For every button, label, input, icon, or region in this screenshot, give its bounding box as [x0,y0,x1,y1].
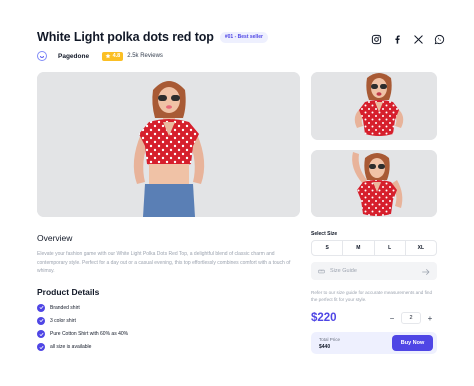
rating-value: 4.8 [112,53,121,59]
feature-text: Branded shirt [50,304,80,311]
meta-row: Pagedone 4.8 2.5k Reviews [37,51,163,61]
size-option-xl[interactable]: XL [404,241,436,255]
side-product-image-2[interactable] [311,150,437,217]
decrease-quantity-button[interactable]: − [387,312,397,324]
feature-item: Pure Cotton Shirt with 60% as 40% [37,330,128,339]
feature-item: all size is available [37,343,128,352]
quantity-value[interactable]: 2 [401,312,421,324]
best-seller-badge: #01 - Best seller [219,31,268,43]
feature-item: 3 color shirt [37,316,128,325]
brand-logo-icon [37,51,47,61]
total-price-label: Total Price [319,337,341,342]
size-option-s[interactable]: S [312,241,342,255]
size-guide-note: Refer to our size guide for accurate mea… [311,290,433,302]
size-guide-label: Size Guide [330,268,357,274]
product-details-heading: Product Details [37,287,100,297]
facebook-icon[interactable] [391,33,403,45]
social-share [370,33,445,45]
overview-description: Elevate your fashion game with our White… [37,251,291,274]
main-product-image[interactable] [37,72,300,217]
title-row: White Light polka dots red top #01 - Bes… [37,30,268,44]
size-option-l[interactable]: L [373,241,405,255]
whatsapp-icon[interactable] [433,33,445,45]
rating-badge: 4.8 [102,51,124,61]
check-icon [37,303,45,312]
product-price: $220 [311,312,337,324]
overview-heading: Overview [37,233,73,243]
feature-list: Branded shirt 3 color shirt Pure Cotton … [37,303,128,356]
ruler-icon [318,262,325,280]
buy-bar: Total Price $440 Buy Now [311,332,437,354]
feature-item: Branded shirt [37,303,128,312]
product-title: White Light polka dots red top [37,30,214,44]
arrow-right-icon [422,262,430,280]
star-icon [105,53,111,59]
check-icon [37,330,45,339]
size-option-m[interactable]: M [342,241,373,255]
side-product-image-1[interactable] [311,72,437,140]
feature-text: 3 color shirt [50,317,76,324]
check-icon [37,343,45,352]
quantity-stepper: − 2 + [387,312,435,324]
buy-now-button[interactable]: Buy Now [392,335,433,351]
feature-text: all size is available [50,344,92,351]
review-count[interactable]: 2.5k Reviews [127,53,163,59]
instagram-icon[interactable] [370,33,382,45]
size-selector: S M L XL [311,240,437,256]
select-size-label: Select Size [311,231,338,237]
total-price-value: $440 [319,344,331,350]
brand-name[interactable]: Pagedone [58,53,89,60]
feature-text: Pure Cotton Shirt with 60% as 40% [50,331,129,338]
x-icon[interactable] [412,33,424,45]
increase-quantity-button[interactable]: + [425,312,435,324]
check-icon [37,316,45,325]
size-guide-button[interactable]: Size Guide [311,262,437,280]
